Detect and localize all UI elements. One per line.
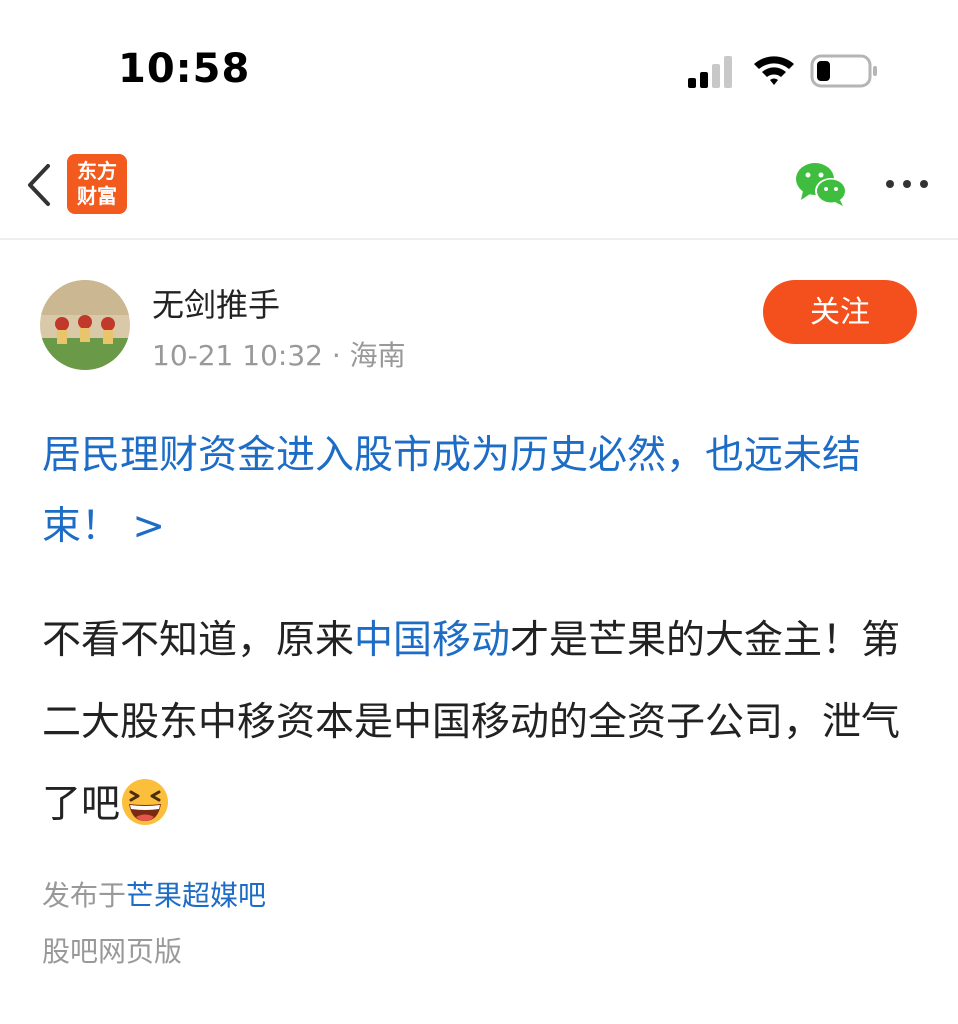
wechat-share-icon[interactable] xyxy=(794,160,850,208)
wifi-icon xyxy=(754,56,794,85)
publish-info: 发布于芒果超媒吧 xyxy=(42,874,266,914)
cellular-signal-icon xyxy=(688,56,732,88)
publish-prefix: 发布于 xyxy=(42,879,127,912)
post-location: 海南 xyxy=(349,339,406,372)
post-body: 不看不知道，原来中国移动才是芒果的大金主！第二大股东中移资本是中国移动的全资子公… xyxy=(42,600,922,846)
app-logo: 东方 财富 xyxy=(67,154,127,214)
forum-link[interactable]: 芒果超媒吧 xyxy=(126,879,266,912)
logo-text-line2: 财富 xyxy=(77,184,117,208)
navigation-bar: 东方 财富 xyxy=(0,130,958,240)
follow-button[interactable]: 关注 xyxy=(763,280,917,344)
post-headline-link[interactable]: 居民理财资金进入股市成为历史必然，也远未结束！ > xyxy=(42,420,922,562)
author-avatar[interactable] xyxy=(40,280,130,370)
battery-icon xyxy=(810,54,877,88)
body-text-before: 不看不知道，原来 xyxy=(42,618,355,663)
status-time: 10:58 xyxy=(118,46,251,92)
author-name[interactable]: 无剑推手 xyxy=(152,280,280,326)
stock-link-china-mobile[interactable]: 中国移动 xyxy=(354,618,510,663)
post-datetime: 10-21 10:32 xyxy=(152,339,323,372)
more-options-icon[interactable] xyxy=(884,176,930,192)
meta-separator: · xyxy=(322,339,350,372)
status-bar: 10:58 xyxy=(0,0,958,130)
logo-text-line1: 东方 xyxy=(77,159,117,183)
post-meta: 10-21 10:32 · 海南 xyxy=(152,334,406,374)
web-version-label: 股吧网页版 xyxy=(42,935,183,968)
grinning-squinting-face-icon xyxy=(122,779,169,825)
back-chevron-icon[interactable] xyxy=(20,160,60,210)
